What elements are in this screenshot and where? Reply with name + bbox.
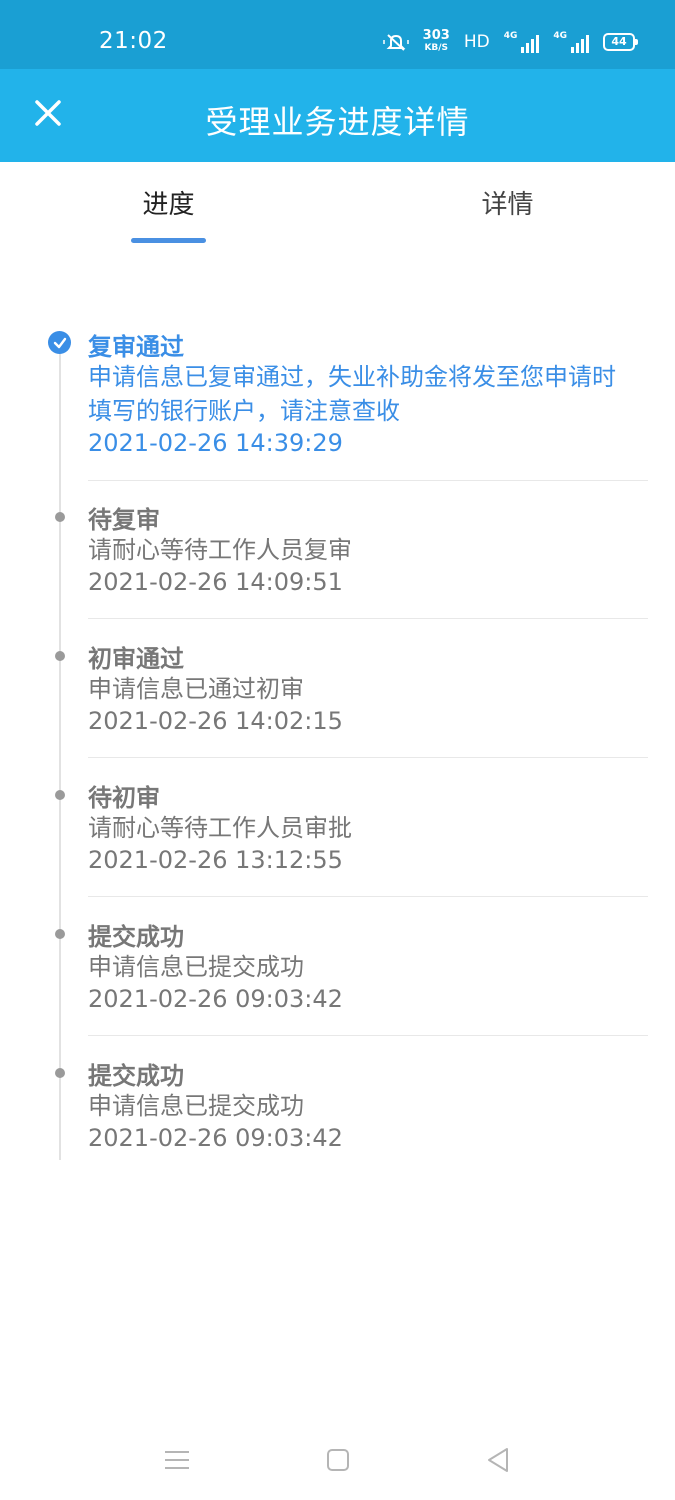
timeline-item-desc: 申请信息已通过初审 [88,675,304,703]
net-speed-unit: KB/S [424,43,449,53]
timeline-item-title: 提交成功 [88,923,184,951]
menu-button[interactable] [157,1440,197,1480]
battery-icon: 44 [603,33,638,51]
timeline-item-title: 待初审 [88,784,160,812]
divider [88,618,648,619]
timeline-dot [55,790,65,800]
timeline-dot [55,651,65,661]
divider [88,480,648,481]
timeline-dot [55,929,65,939]
timeline-item-time: 2021-02-26 14:02:15 [88,707,343,735]
timeline-dot [55,1068,65,1078]
network-type-2: 4G [553,31,567,41]
battery-level: 44 [611,35,627,48]
home-square-icon [327,1449,349,1471]
system-nav-bar [0,1420,675,1500]
status-time: 21:02 [99,28,168,54]
timeline-item-time: 2021-02-26 13:12:55 [88,846,343,874]
timeline-item-desc: 申请信息已提交成功 [88,953,304,981]
timeline-item-title: 待复审 [88,506,160,534]
hd-label: HD [463,32,490,52]
timeline-item-title: 提交成功 [88,1062,184,1090]
back-button[interactable] [478,1440,518,1480]
timeline-item-desc: 申请信息已复审通过，失业补助金将发至您申请时填写的银行账户，请注意查收 [88,363,616,425]
divider [88,757,648,758]
net-speed: 303 KB/S [422,28,450,54]
net-speed-value: 303 [422,28,450,43]
status-bar: 21:02 303 KB/S HD 4G 4G 44 [0,0,675,69]
home-button[interactable] [318,1440,358,1480]
mute-bell-icon [382,32,409,52]
timeline-item-desc: 申请信息已提交成功 [88,1092,304,1120]
timeline-item-time: 2021-02-26 09:03:42 [88,985,343,1013]
tab-progress[interactable]: 进度 [131,184,206,221]
timeline-item-desc: 请耐心等待工作人员复审 [88,536,352,564]
status-icons: 303 KB/S HD 4G 4G 44 [382,26,638,58]
timeline-dot [55,512,65,522]
timeline-item-time: 2021-02-26 14:39:29 [88,429,343,457]
network-type-1: 4G [503,31,518,41]
tab-active-indicator [131,238,206,243]
divider [88,896,648,897]
timeline-line [59,340,61,1160]
page-title: 受理业务进度详情 [205,103,470,141]
signal-icon: 4G [504,31,540,53]
timeline-item-desc: 请耐心等待工作人员审批 [88,814,352,842]
tab-bar: 进度 详情 [0,162,675,248]
title-bar: 受理业务进度详情 [0,69,675,162]
signal-icon-2: 4G [553,31,589,53]
menu-icon [165,1451,189,1469]
back-triangle-icon [488,1448,508,1472]
timeline-item-title: 复审通过 [88,333,184,361]
timeline-item-time: 2021-02-26 09:03:42 [88,1124,343,1152]
check-circle-icon [48,331,71,354]
timeline-item-time: 2021-02-26 14:09:51 [88,568,343,596]
tab-detail[interactable]: 详情 [470,184,545,221]
timeline-item-title: 初审通过 [88,645,184,673]
divider [88,1035,648,1036]
